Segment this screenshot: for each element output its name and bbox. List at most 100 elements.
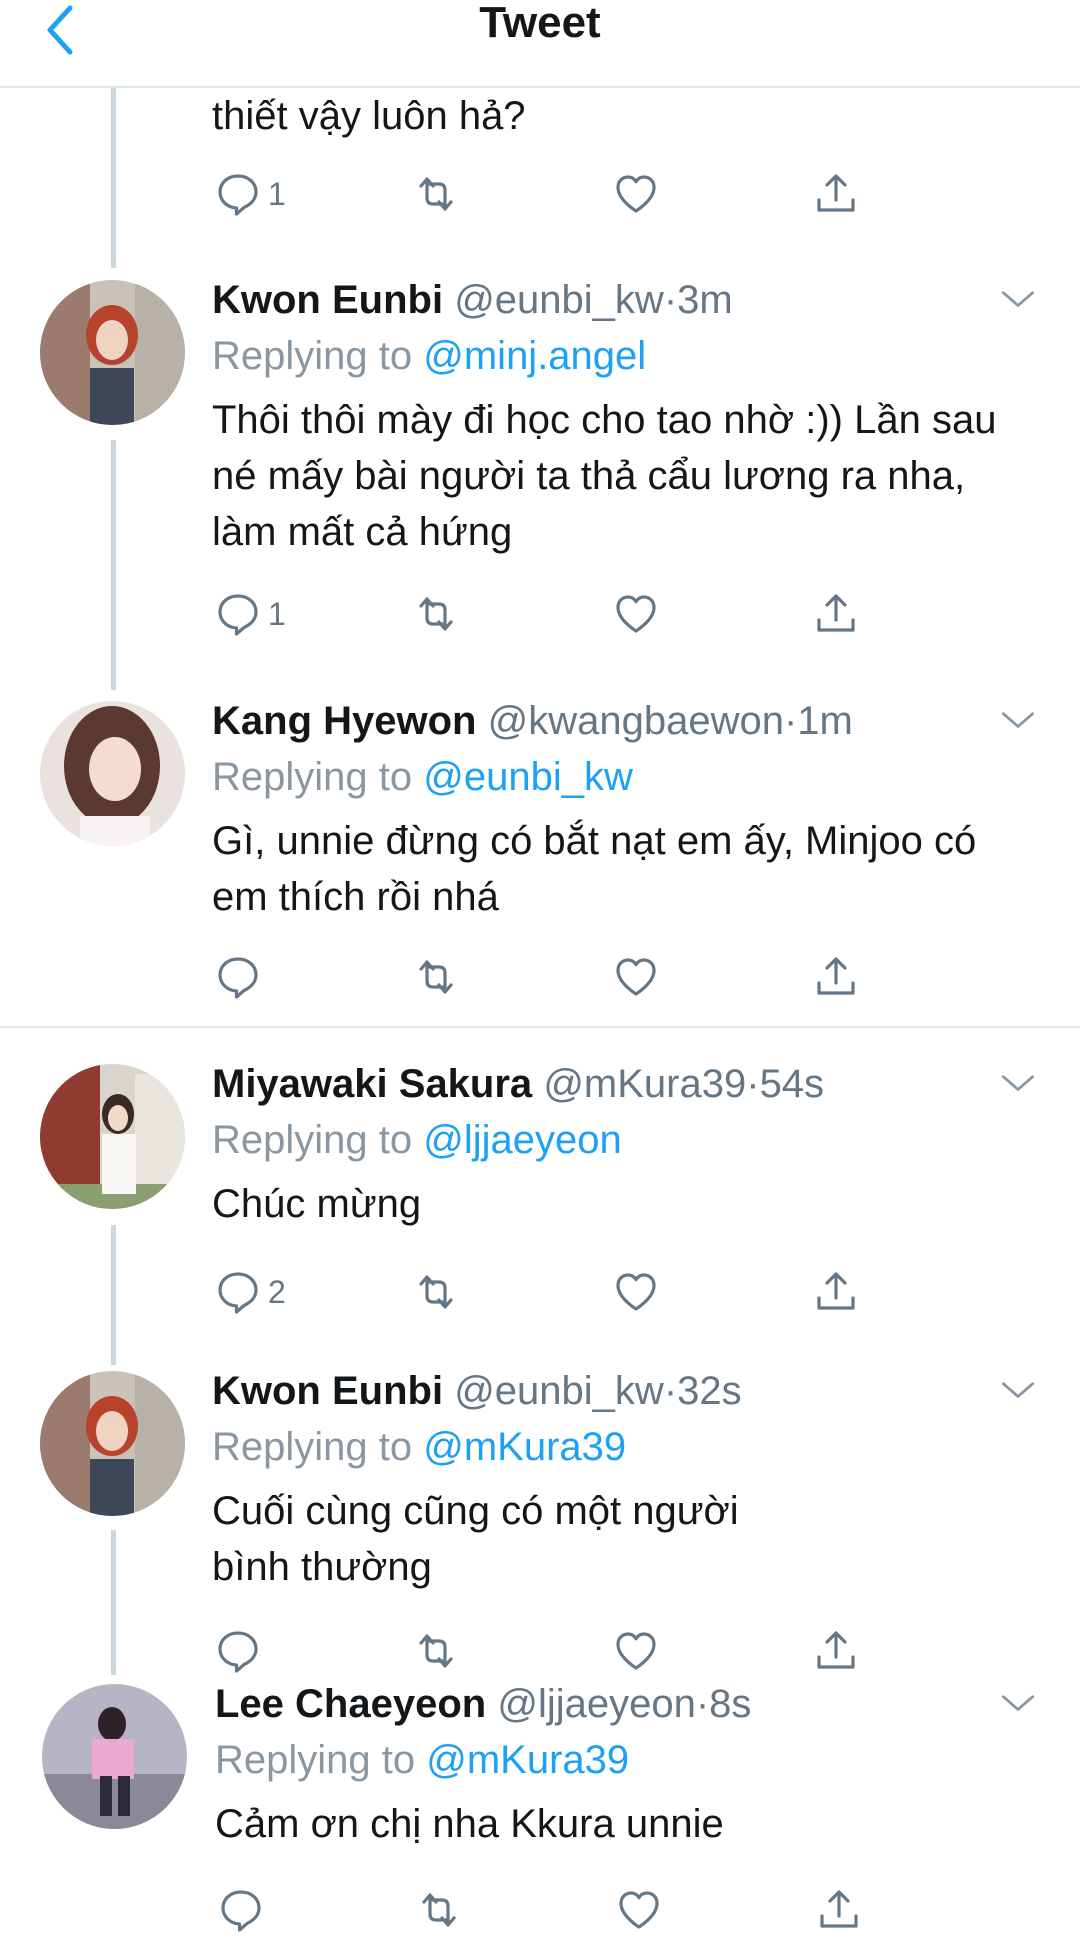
retweet-button[interactable] — [412, 1262, 460, 1322]
avatar-photo-icon — [40, 1064, 185, 1209]
avatar-photo-icon — [40, 701, 185, 846]
more-options-button[interactable] — [996, 1369, 1040, 1413]
reply-button[interactable]: 2 — [214, 1262, 286, 1322]
retweet-button[interactable] — [412, 1621, 460, 1681]
reply-button[interactable]: 1 — [214, 164, 286, 224]
heart-icon — [612, 1627, 660, 1675]
share-button[interactable] — [812, 584, 860, 644]
more-options-button[interactable] — [996, 278, 1040, 322]
tweet-meta: Kang Hyewon @kwangbaewon·1m — [212, 693, 1040, 749]
avatar[interactable] — [40, 701, 185, 846]
like-button[interactable] — [612, 1262, 660, 1322]
tweet-text: Cảm ơn chị nha Kkura unnie — [215, 1802, 724, 1846]
replying-to: Replying to @minj.angel — [212, 328, 1040, 384]
reply-tweet[interactable]: Kwon Eunbi @eunbi_kw·3m Replying to @min… — [0, 272, 1080, 682]
like-button[interactable] — [612, 164, 660, 224]
like-button[interactable] — [612, 584, 660, 644]
share-button[interactable] — [812, 947, 860, 1007]
retweet-button[interactable] — [412, 584, 460, 644]
mention-link[interactable]: @mKura39 — [423, 1425, 626, 1469]
share-button[interactable] — [815, 1880, 863, 1940]
display-name[interactable]: Miyawaki Sakura — [212, 1062, 532, 1106]
retweet-icon — [412, 590, 460, 638]
timestamp: 54s — [759, 1062, 825, 1106]
user-handle[interactable]: @eunbi_kw — [454, 1369, 664, 1413]
tweet-actions — [215, 1880, 915, 1940]
replying-to: Replying to @mKura39 — [212, 1419, 1040, 1475]
retweet-button[interactable] — [412, 947, 460, 1007]
avatar-photo-icon — [40, 280, 185, 425]
user-handle[interactable]: @kwangbaewon — [488, 699, 784, 743]
reply-count: 1 — [268, 175, 286, 212]
chevron-down-icon — [996, 278, 1040, 322]
heart-icon — [612, 1268, 660, 1316]
tweet-text: Cuối cùng cũng có một người bình thường — [212, 1489, 739, 1589]
retweet-icon — [415, 1886, 463, 1934]
reply-icon — [214, 953, 262, 1001]
more-options-button[interactable] — [996, 699, 1040, 743]
user-handle[interactable]: @ljjaeyeon — [497, 1682, 696, 1726]
reply-button[interactable] — [217, 1880, 271, 1940]
heart-icon — [612, 170, 660, 218]
reply-icon — [214, 170, 262, 218]
more-options-button[interactable] — [996, 1682, 1040, 1726]
thread-divider — [0, 1026, 1080, 1028]
tweet-actions: 1 — [212, 164, 912, 224]
reply-button[interactable]: 1 — [214, 584, 286, 644]
more-options-button[interactable] — [996, 1062, 1040, 1106]
page-title: Tweet — [479, 0, 601, 47]
heart-icon — [615, 1886, 663, 1934]
replying-label: Replying to — [212, 334, 413, 378]
like-button[interactable] — [612, 947, 660, 1007]
like-button[interactable] — [615, 1880, 663, 1940]
tweet-meta: Lee Chaeyeon @ljjaeyeon·8s — [215, 1676, 1040, 1732]
reply-button[interactable] — [214, 1621, 268, 1681]
timestamp: 32s — [677, 1369, 742, 1413]
separator-dot: · — [746, 1062, 760, 1106]
avatar[interactable] — [40, 1371, 185, 1516]
separator-dot: · — [663, 1369, 678, 1413]
heart-icon — [612, 953, 660, 1001]
timestamp: 1m — [797, 699, 853, 743]
heart-icon — [612, 590, 660, 638]
reply-tweet[interactable]: Lee Chaeyeon @ljjaeyeon·8s Replying to @… — [0, 1676, 1080, 1920]
mention-link[interactable]: @mKura39 — [426, 1738, 629, 1782]
chevron-down-icon — [996, 1062, 1040, 1106]
chevron-down-icon — [996, 699, 1040, 743]
share-button[interactable] — [812, 1262, 860, 1322]
avatar[interactable] — [40, 280, 185, 425]
display-name[interactable]: Lee Chaeyeon — [215, 1682, 486, 1726]
avatar[interactable] — [40, 1064, 185, 1209]
timestamp: 8s — [709, 1682, 752, 1726]
replying-to: Replying to @ljjaeyeon — [212, 1112, 1040, 1168]
avatar[interactable] — [42, 1684, 187, 1829]
reply-button[interactable] — [214, 947, 268, 1007]
reply-count: 2 — [268, 1273, 286, 1310]
retweet-button[interactable] — [412, 164, 460, 224]
nav-header: Tweet — [0, 0, 1080, 88]
display-name[interactable]: Kwon Eunbi — [212, 278, 443, 322]
share-button[interactable] — [812, 1621, 860, 1681]
display-name[interactable]: Kang Hyewon — [212, 699, 476, 743]
user-handle[interactable]: @mKura39 — [543, 1062, 746, 1106]
reply-tweet[interactable]: Kwon Eunbi @eunbi_kw·32s Replying to @mK… — [0, 1363, 1080, 1673]
mention-link[interactable]: @minj.angel — [423, 334, 646, 378]
tweet-actions: 1 — [212, 584, 912, 644]
share-button[interactable] — [812, 164, 860, 224]
reply-count: 1 — [268, 595, 286, 632]
mention-link[interactable]: @eunbi_kw — [423, 755, 633, 799]
separator-dot: · — [663, 278, 678, 322]
reply-icon — [214, 1627, 262, 1675]
replying-to: Replying to @mKura39 — [215, 1732, 1040, 1788]
like-button[interactable] — [612, 1621, 660, 1681]
tweet-actions: 2 — [212, 1262, 912, 1322]
reply-tweet[interactable]: Miyawaki Sakura @mKura39·54s Replying to… — [0, 1056, 1080, 1362]
share-icon — [812, 1268, 860, 1316]
mention-link[interactable]: @ljjaeyeon — [423, 1118, 622, 1162]
user-handle[interactable]: @eunbi_kw — [454, 278, 664, 322]
avatar-photo-icon — [40, 1371, 185, 1516]
reply-tweet[interactable]: Kang Hyewon @kwangbaewon·1m Replying to … — [0, 693, 1080, 1023]
retweet-button[interactable] — [415, 1880, 463, 1940]
replying-label: Replying to — [212, 1118, 413, 1162]
display-name[interactable]: Kwon Eunbi — [212, 1369, 443, 1413]
